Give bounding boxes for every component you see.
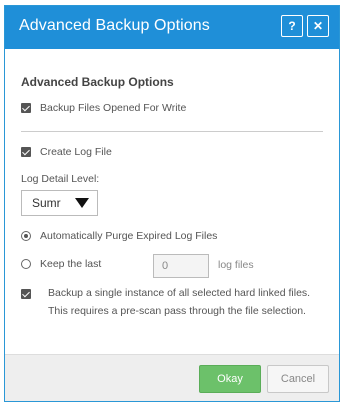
hard-links-checkbox[interactable] — [21, 289, 31, 299]
keep-last-unit-label: log files — [218, 259, 254, 271]
help-icon: ? — [288, 19, 296, 33]
keep-last-label: Keep the last — [40, 258, 102, 270]
dialog-titlebar: Advanced Backup Options ? ✕ — [5, 6, 339, 49]
close-icon: ✕ — [312, 19, 324, 33]
dialog-title: Advanced Backup Options — [19, 17, 210, 34]
keep-last-count-input[interactable] — [153, 254, 209, 278]
okay-button[interactable]: Okay — [199, 365, 261, 393]
files-opened-for-write-option[interactable]: Backup Files Opened For Write — [21, 102, 186, 114]
files-opened-for-write-checkbox[interactable] — [21, 103, 31, 113]
advanced-backup-options-dialog: Advanced Backup Options ? ✕ Advanced Bac… — [4, 5, 340, 402]
create-log-file-option[interactable]: Create Log File — [21, 146, 112, 158]
create-log-file-label: Create Log File — [40, 146, 112, 158]
section-divider — [21, 131, 323, 132]
keep-last-radio[interactable] — [21, 259, 31, 269]
files-opened-for-write-label: Backup Files Opened For Write — [40, 102, 187, 114]
log-detail-level-label: Log Detail Level: — [21, 173, 100, 185]
log-detail-level-value: Sumr — [32, 196, 61, 210]
dialog-footer: Okay Cancel — [5, 354, 339, 401]
auto-purge-option[interactable]: Automatically Purge Expired Log Files — [21, 230, 217, 242]
log-detail-level-select[interactable]: Sumr — [21, 190, 98, 216]
close-button[interactable]: ✕ — [307, 15, 329, 37]
dropdown-arrow-icon — [75, 198, 89, 208]
dialog-content: Advanced Backup Options Backup Files Ope… — [5, 49, 339, 354]
auto-purge-label: Automatically Purge Expired Log Files — [40, 230, 218, 242]
create-log-file-checkbox[interactable] — [21, 147, 31, 157]
hard-links-label: Backup a single instance of all selected… — [48, 287, 311, 317]
help-button[interactable]: ? — [281, 15, 303, 37]
auto-purge-radio[interactable] — [21, 231, 31, 241]
cancel-button[interactable]: Cancel — [267, 365, 329, 393]
keep-last-option[interactable]: Keep the last — [21, 258, 101, 270]
section-heading: Advanced Backup Options — [21, 75, 174, 89]
